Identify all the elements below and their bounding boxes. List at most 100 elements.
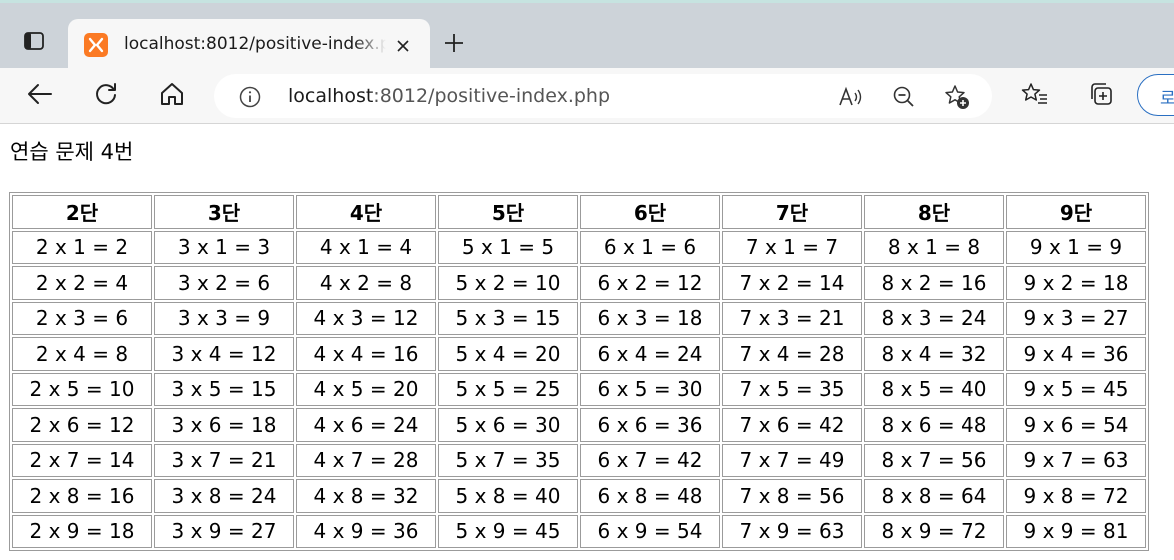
home-button[interactable] <box>154 78 190 114</box>
table-cell: 7 x 8 = 56 <box>722 479 862 513</box>
tab-strip: localhost:8012/positive-index.php <box>0 0 1174 71</box>
table-cell: 7 x 2 = 14 <box>722 266 862 300</box>
tab-actions-button[interactable] <box>14 23 54 63</box>
table-cell: 6 x 8 = 48 <box>580 479 720 513</box>
column-header: 9단 <box>1006 195 1146 229</box>
table-cell: 5 x 8 = 40 <box>438 479 578 513</box>
url-host: localhost <box>288 85 374 107</box>
back-button[interactable] <box>22 78 58 114</box>
refresh-icon <box>93 81 119 111</box>
table-cell: 8 x 2 = 16 <box>864 266 1004 300</box>
table-cell: 6 x 7 = 42 <box>580 443 720 477</box>
browser-toolbar: localhost:8012/positive-index.php 로 <box>0 68 1174 124</box>
table-cell: 5 x 6 = 30 <box>438 408 578 442</box>
table-cell: 8 x 1 = 8 <box>864 230 1004 264</box>
table-row: 2 x 3 = 63 x 3 = 94 x 3 = 12 5 x 3 = 15 6 … <box>12 301 1146 335</box>
table-cell: 6 x 4 = 24 <box>580 337 720 371</box>
table-cell: 3 x 2 = 6 <box>154 266 294 300</box>
table-cell: 7 x 1 = 7 <box>722 230 862 264</box>
plus-icon <box>443 32 465 58</box>
address-bar[interactable]: localhost:8012/positive-index.php <box>214 74 992 118</box>
column-header: 8단 <box>864 195 1004 229</box>
close-icon[interactable] <box>390 33 416 59</box>
table-cell: 2 x 4 = 8 <box>12 337 152 371</box>
table-cell: 5 x 3 = 15 <box>438 301 578 335</box>
xampp-icon <box>84 33 108 57</box>
table-cell: 4 x 9 = 36 <box>296 514 436 548</box>
table-cell: 4 x 7 = 28 <box>296 443 436 477</box>
table-cell: 6 x 9 = 54 <box>580 514 720 548</box>
table-cell: 2 x 1 = 2 <box>12 230 152 264</box>
collections-icon <box>1087 80 1115 112</box>
profile-button[interactable]: 로 <box>1137 74 1174 116</box>
column-header: 3단 <box>154 195 294 229</box>
new-tab-button[interactable] <box>436 27 472 63</box>
favorites-button[interactable] <box>1017 78 1053 114</box>
table-cell: 9 x 2 = 18 <box>1006 266 1146 300</box>
column-header: 7단 <box>722 195 862 229</box>
multiplication-table: 2단 3단 4단 5단 6단 7단 8단 9단 2 x 1 = 23 x 1 =… <box>9 192 1149 551</box>
column-header: 2단 <box>12 195 152 229</box>
table-cell: 4 x 1 = 4 <box>296 230 436 264</box>
page-heading: 연습 문제 4번 <box>10 140 134 164</box>
table-cell: 9 x 7 = 63 <box>1006 443 1146 477</box>
table-cell: 3 x 6 = 18 <box>154 408 294 442</box>
table-row: 2 x 9 = 18 3 x 9 = 27 4 x 9 = 36 5 x 9 = 45… <box>12 514 1146 548</box>
zoom-out-icon[interactable] <box>889 82 919 112</box>
table-cell: 4 x 2 = 8 <box>296 266 436 300</box>
table-cell: 2 x 2 = 4 <box>12 266 152 300</box>
table-cell: 2 x 9 = 18 <box>12 514 152 548</box>
table-cell: 6 x 5 = 30 <box>580 372 720 406</box>
table-cell: 7 x 7 = 49 <box>722 443 862 477</box>
table-cell: 8 x 8 = 64 <box>864 479 1004 513</box>
table-cell: 3 x 7 = 21 <box>154 443 294 477</box>
multiplication-table-wrapper: 2단 3단 4단 5단 6단 7단 8단 9단 2 x 1 = 23 x 1 =… <box>9 192 1149 551</box>
page-content: 연습 문제 4번 2단 3단 4단 5단 6단 7단 8단 9단 2 x 1 =… <box>0 125 1174 560</box>
table-cell: 7 x 5 = 35 <box>722 372 862 406</box>
table-cell: 5 x 1 = 5 <box>438 230 578 264</box>
table-row: 2 x 1 = 23 x 1 = 34 x 1 = 45 x 1 = 56 x … <box>12 230 1146 264</box>
table-row: 2 x 5 = 10 3 x 5 = 15 4 x 5 = 20 5 x 5 = 25… <box>12 372 1146 406</box>
table-cell: 8 x 3 = 24 <box>864 301 1004 335</box>
table-cell: 5 x 7 = 35 <box>438 443 578 477</box>
table-cell: 9 x 4 = 36 <box>1006 337 1146 371</box>
table-cell: 9 x 3 = 27 <box>1006 301 1146 335</box>
profile-label: 로 <box>1160 89 1174 109</box>
collections-button[interactable] <box>1083 78 1119 114</box>
table-cell: 8 x 9 = 72 <box>864 514 1004 548</box>
add-favorite-icon[interactable] <box>942 82 972 112</box>
table-cell: 7 x 9 = 63 <box>722 514 862 548</box>
table-cell: 5 x 2 = 10 <box>438 266 578 300</box>
browser-tab[interactable]: localhost:8012/positive-index.php <box>68 19 430 71</box>
table-cell: 3 x 9 = 27 <box>154 514 294 548</box>
table-cell: 6 x 6 = 36 <box>580 408 720 442</box>
table-cell: 4 x 8 = 32 <box>296 479 436 513</box>
vertical-tabs-icon <box>23 30 45 56</box>
table-cell: 8 x 6 = 48 <box>864 408 1004 442</box>
table-cell: 6 x 3 = 18 <box>580 301 720 335</box>
table-cell: 7 x 4 = 28 <box>722 337 862 371</box>
read-aloud-icon[interactable] <box>836 82 866 112</box>
table-cell: 9 x 1 = 9 <box>1006 230 1146 264</box>
back-arrow-icon <box>27 83 53 109</box>
table-cell: 6 x 1 = 6 <box>580 230 720 264</box>
table-row: 2 x 2 = 43 x 2 = 64 x 2 = 85 x 2 = 10 6 x… <box>12 266 1146 300</box>
column-header: 4단 <box>296 195 436 229</box>
table-cell: 8 x 4 = 32 <box>864 337 1004 371</box>
table-cell: 7 x 6 = 42 <box>722 408 862 442</box>
table-cell: 2 x 5 = 10 <box>12 372 152 406</box>
tab-title: localhost:8012/positive-index.php <box>124 34 386 54</box>
info-icon[interactable] <box>238 85 262 109</box>
favorites-icon <box>1021 81 1049 111</box>
table-cell: 3 x 1 = 3 <box>154 230 294 264</box>
table-row: 2 x 4 = 83 x 4 = 12 4 x 4 = 16 5 x 4 = 20 6… <box>12 337 1146 371</box>
table-cell: 5 x 5 = 25 <box>438 372 578 406</box>
table-cell: 7 x 3 = 21 <box>722 301 862 335</box>
refresh-button[interactable] <box>88 78 124 114</box>
table-cell: 4 x 6 = 24 <box>296 408 436 442</box>
table-cell: 4 x 4 = 16 <box>296 337 436 371</box>
table-row: 2 x 8 = 16 3 x 8 = 24 4 x 8 = 32 5 x 8 = 40… <box>12 479 1146 513</box>
table-cell: 3 x 5 = 15 <box>154 372 294 406</box>
table-cell: 4 x 3 = 12 <box>296 301 436 335</box>
table-cell: 3 x 4 = 12 <box>154 337 294 371</box>
